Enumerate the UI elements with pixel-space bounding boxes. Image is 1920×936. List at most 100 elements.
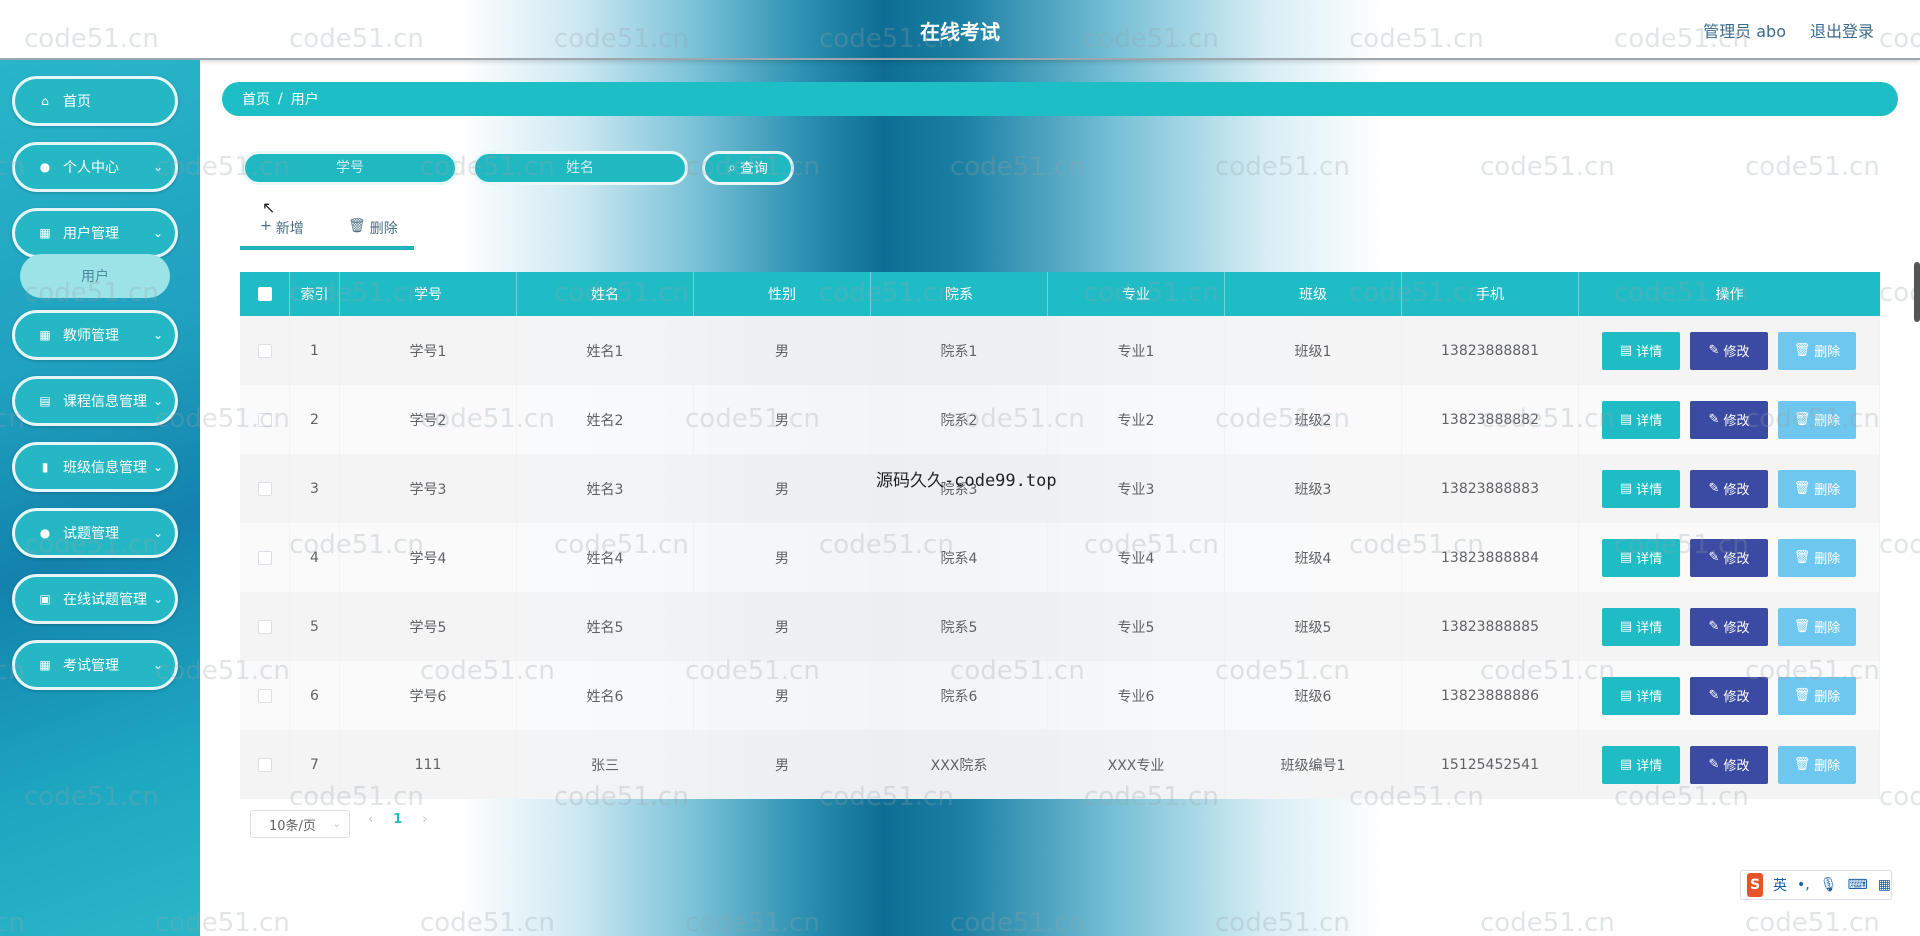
row-checkbox[interactable] [257, 619, 272, 634]
detail-button[interactable]: ▤ 详情 [1602, 400, 1680, 439]
mic-icon[interactable]: 🎙 [1820, 877, 1838, 893]
detail-button[interactable]: ▤ 详情 [1602, 469, 1680, 508]
detail-button[interactable]: ▤ 详情 [1602, 607, 1680, 646]
page-scrollbar[interactable] [1914, 262, 1920, 322]
delete-button[interactable]: 🗑 删除 [1778, 331, 1856, 370]
table-row: 6 学号6 姓名6 男院系6 专业6 班级6 13823888886 ▤ 详情 ✎ 修改 🗑 删除 [240, 661, 1880, 730]
row-select-cell [240, 661, 290, 730]
delete-button[interactable]: 🗑 删除 [1778, 469, 1856, 508]
breadcrumb-home[interactable]: 首页 [242, 89, 270, 109]
detail-button[interactable]: ▤ 详情 [1602, 331, 1680, 370]
sogou-logo-icon[interactable]: S [1747, 873, 1764, 897]
chevron-down-icon: ⌄ [152, 526, 163, 540]
watermark-text: code51.cn [1745, 908, 1880, 936]
header-name: 姓名 [517, 272, 694, 316]
header-class: 班级 [1225, 272, 1402, 316]
edit-button-label: 修改 [1723, 621, 1750, 636]
edit-button-label: 修改 [1723, 414, 1750, 429]
header-index: 索引 [290, 272, 340, 316]
detail-button[interactable]: ▤ 详情 [1602, 745, 1680, 784]
edit-icon: ✎ [1708, 343, 1720, 358]
detail-button[interactable]: ▤ 详情 [1602, 676, 1680, 715]
detail-button-label: 详情 [1636, 621, 1663, 636]
edit-button[interactable]: ✎ 修改 [1690, 538, 1768, 577]
name-field[interactable] [472, 151, 688, 185]
row-checkbox[interactable] [257, 550, 272, 565]
user-icon: ● [39, 160, 51, 174]
cell-gender: 男 [694, 592, 871, 661]
sidebar-item-4[interactable]: ▤ 课程信息管理 ⌄ [12, 376, 178, 426]
cell-index: 3 [290, 454, 340, 523]
name-input[interactable] [475, 154, 685, 182]
edit-button[interactable]: ✎ 修改 [1690, 400, 1768, 439]
pin-icon: ● [39, 526, 51, 540]
cell-phone: 13823888886 [1402, 661, 1579, 730]
cell-student-no: 111 [340, 730, 517, 799]
edit-button[interactable]: ✎ 修改 [1690, 745, 1768, 784]
sidebar-item-3[interactable]: ▦ 教师管理 ⌄ [12, 310, 178, 360]
delete-button[interactable]: 🗑 删除 [1778, 400, 1856, 439]
detail-button[interactable]: ▤ 详情 [1602, 538, 1680, 577]
sidebar-item-6[interactable]: ● 试题管理 ⌄ [12, 508, 178, 558]
keyboard-icon[interactable]: ⌨ [1848, 877, 1868, 893]
query-button[interactable]: ⌕ 查询 [702, 151, 794, 185]
edit-button[interactable]: ✎ 修改 [1690, 676, 1768, 715]
edit-button-label: 修改 [1723, 483, 1750, 498]
student-no-field[interactable] [242, 151, 458, 185]
action-bar: + 新增 🗑 删除 [240, 216, 414, 250]
edit-button[interactable]: ✎ 修改 [1690, 469, 1768, 508]
cell-phone: 13823888885 [1402, 592, 1579, 661]
sidebar-item-label: 在线试题管理 [63, 592, 147, 608]
sidebar-item-label: 个人中心 [63, 160, 119, 176]
sidebar-subitem-users[interactable]: 用户 [20, 254, 170, 298]
page-size-select[interactable]: 10条/页 ⌄ [250, 810, 350, 838]
add-button[interactable]: + 新增 [260, 218, 304, 238]
current-page[interactable]: 1 [393, 812, 402, 827]
sidebar-item-8[interactable]: ▦ 考试管理 ⌄ [12, 640, 178, 690]
chevron-down-icon: ⌄ [152, 394, 163, 408]
delete-button[interactable]: 🗑 删除 [1778, 538, 1856, 577]
row-checkbox[interactable] [257, 343, 272, 358]
ime-lang-toggle[interactable]: 英 [1773, 875, 1787, 895]
sidebar-item-2[interactable]: ▦ 用户管理 ⌄ [12, 208, 178, 258]
row-checkbox[interactable] [257, 757, 272, 772]
sidebar-item-1[interactable]: ● 个人中心 ⌄ [12, 142, 178, 192]
next-page-button[interactable]: › [422, 812, 427, 827]
detail-icon: ▤ [1619, 550, 1633, 565]
cell-class: 班级编号1 [1225, 730, 1402, 799]
row-select-cell [240, 523, 290, 592]
sidebar-item-5[interactable]: ▮ 班级信息管理 ⌄ [12, 442, 178, 492]
sidebar-item-7[interactable]: ▣ 在线试题管理 ⌄ [12, 574, 178, 624]
doc-icon: ▣ [39, 592, 51, 606]
grid-icon[interactable]: ▦ [1878, 877, 1891, 893]
top-header: 在线考试 管理员 abo 退出登录 [0, 0, 1920, 60]
student-no-input[interactable] [245, 154, 455, 182]
batch-delete-button[interactable]: 🗑 删除 [348, 218, 398, 238]
edit-icon: ✎ [1708, 688, 1720, 703]
edit-button[interactable]: ✎ 修改 [1690, 331, 1768, 370]
delete-button[interactable]: 🗑 删除 [1778, 745, 1856, 784]
select-all-checkbox[interactable] [257, 287, 272, 301]
delete-button[interactable]: 🗑 删除 [1778, 607, 1856, 646]
row-checkbox[interactable] [257, 481, 272, 496]
header-gender: 性别 [694, 272, 871, 316]
table-row: 4 学号4 姓名4 男院系4 专业4 班级4 13823888884 ▤ 详情 ✎ 修改 🗑 删除 [240, 523, 1880, 592]
row-select-cell [240, 592, 290, 661]
row-checkbox[interactable] [257, 412, 272, 427]
edit-button[interactable]: ✎ 修改 [1690, 607, 1768, 646]
row-actions: ▤ 详情 ✎ 修改 🗑 删除 [1579, 661, 1880, 730]
prev-page-button[interactable]: ‹ [368, 812, 373, 827]
ime-punct-toggle[interactable]: •, [1797, 877, 1810, 893]
cell-phone: 13823888881 [1402, 316, 1579, 385]
row-checkbox[interactable] [257, 688, 272, 703]
row-select-cell [240, 385, 290, 454]
cell-index: 7 [290, 730, 340, 799]
logout-link[interactable]: 退出登录 [1810, 18, 1874, 42]
admin-user-label[interactable]: 管理员 abo [1703, 18, 1786, 42]
sidebar-item-0[interactable]: ⌂ 首页 [12, 76, 178, 126]
row-select-cell [240, 454, 290, 523]
delete-button[interactable]: 🗑 删除 [1778, 676, 1856, 715]
cell-class: 班级4 [1225, 523, 1402, 592]
watermark-text: code51.cn [1745, 152, 1880, 182]
detail-button-label: 详情 [1636, 345, 1663, 360]
